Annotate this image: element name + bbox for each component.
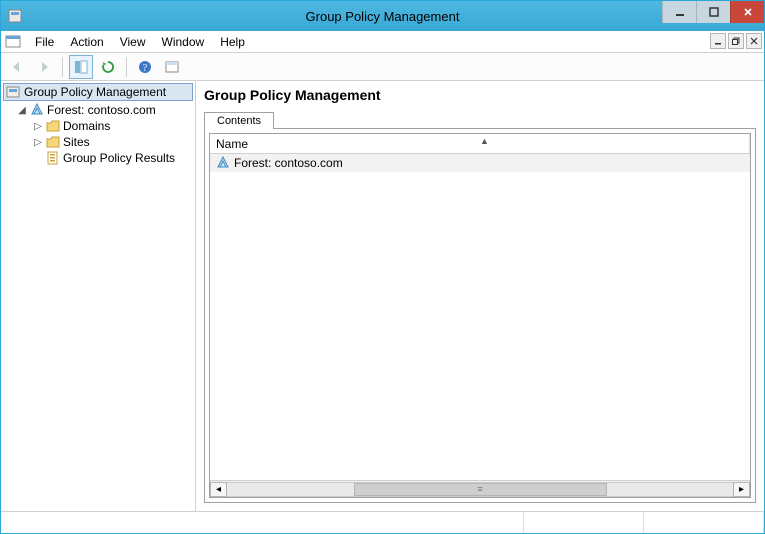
- minimize-button[interactable]: [662, 1, 696, 23]
- tree-forest-label: Forest: contoso.com: [47, 103, 156, 117]
- forest-icon: [30, 103, 44, 117]
- menu-action[interactable]: Action: [62, 33, 111, 51]
- menu-file[interactable]: File: [27, 33, 62, 51]
- expand-icon[interactable]: ▷: [33, 137, 43, 148]
- window-title: Group Policy Management: [1, 9, 764, 24]
- tree-root-label: Group Policy Management: [24, 85, 166, 99]
- column-name-label: Name: [216, 137, 248, 151]
- list-item-label: Forest: contoso.com: [234, 156, 343, 170]
- tree-root[interactable]: Group Policy Management: [3, 83, 193, 101]
- statusbar: [1, 511, 764, 533]
- menu-view[interactable]: View: [112, 33, 154, 51]
- close-button[interactable]: [730, 1, 764, 23]
- status-panel: [644, 512, 764, 533]
- content-box: Name ▲ Forest: contoso.com ◂ ≡: [204, 128, 756, 503]
- forward-button[interactable]: [32, 55, 56, 79]
- status-panel: [1, 512, 524, 533]
- tree-domains-label: Domains: [63, 119, 110, 133]
- refresh-button[interactable]: [96, 55, 120, 79]
- list-item[interactable]: Forest: contoso.com: [210, 154, 750, 172]
- tree-sites-label: Sites: [63, 135, 90, 149]
- help-button[interactable]: ?: [133, 55, 157, 79]
- client-area: Group Policy Management ◢ Forest: contos…: [1, 81, 764, 511]
- gpm-icon: [6, 85, 20, 99]
- content-pane: Group Policy Management Contents Name ▲: [196, 81, 764, 511]
- mmc-icon: [5, 34, 21, 50]
- tree-gpresults[interactable]: ▷ Group Policy Results: [3, 150, 193, 166]
- svg-text:?: ?: [143, 63, 148, 74]
- scroll-left-button[interactable]: ◂: [210, 482, 227, 497]
- report-icon: [46, 151, 60, 165]
- app-icon: [7, 8, 23, 24]
- tree-pane[interactable]: Group Policy Management ◢ Forest: contos…: [1, 81, 196, 511]
- scroll-right-button[interactable]: ▸: [733, 482, 750, 497]
- window-controls: [662, 1, 764, 23]
- mdi-close-button[interactable]: [746, 33, 762, 49]
- list-body[interactable]: Forest: contoso.com: [210, 154, 750, 480]
- horizontal-scrollbar[interactable]: ◂ ≡ ▸: [210, 480, 750, 497]
- toolbar-separator: [126, 57, 127, 77]
- toolbar: ?: [1, 53, 764, 81]
- scroll-thumb[interactable]: ≡: [354, 483, 607, 496]
- menu-window[interactable]: Window: [154, 33, 213, 51]
- forest-icon: [216, 156, 230, 170]
- sort-ascending-icon: ▲: [480, 136, 489, 146]
- mdi-restore-button[interactable]: [728, 33, 744, 49]
- expand-icon[interactable]: ▷: [33, 121, 43, 132]
- column-header: Name ▲: [210, 134, 750, 154]
- folder-icon: [46, 135, 60, 149]
- mdi-controls: [710, 33, 762, 49]
- tree-sites[interactable]: ▷ Sites: [3, 134, 193, 150]
- properties-button[interactable]: [160, 55, 184, 79]
- tab-contents[interactable]: Contents: [204, 112, 274, 129]
- toolbar-separator: [62, 57, 63, 77]
- tab-strip: Contents: [204, 107, 756, 129]
- folder-icon: [46, 119, 60, 133]
- scroll-track[interactable]: ≡: [227, 482, 733, 497]
- maximize-button[interactable]: [696, 1, 730, 23]
- menubar: File Action View Window Help: [1, 31, 764, 53]
- tree-gpresults-label: Group Policy Results: [63, 151, 175, 165]
- mdi-minimize-button[interactable]: [710, 33, 726, 49]
- tree-domains[interactable]: ▷ Domains: [3, 118, 193, 134]
- back-button[interactable]: [5, 55, 29, 79]
- show-hide-tree-button[interactable]: [69, 55, 93, 79]
- status-panel: [524, 512, 644, 533]
- titlebar[interactable]: Group Policy Management: [1, 1, 764, 31]
- collapse-icon[interactable]: ◢: [17, 105, 27, 116]
- tree-forest[interactable]: ◢ Forest: contoso.com: [3, 102, 193, 118]
- menu-help[interactable]: Help: [212, 33, 253, 51]
- list-frame: Name ▲ Forest: contoso.com ◂ ≡: [209, 133, 751, 498]
- content-title: Group Policy Management: [204, 87, 756, 103]
